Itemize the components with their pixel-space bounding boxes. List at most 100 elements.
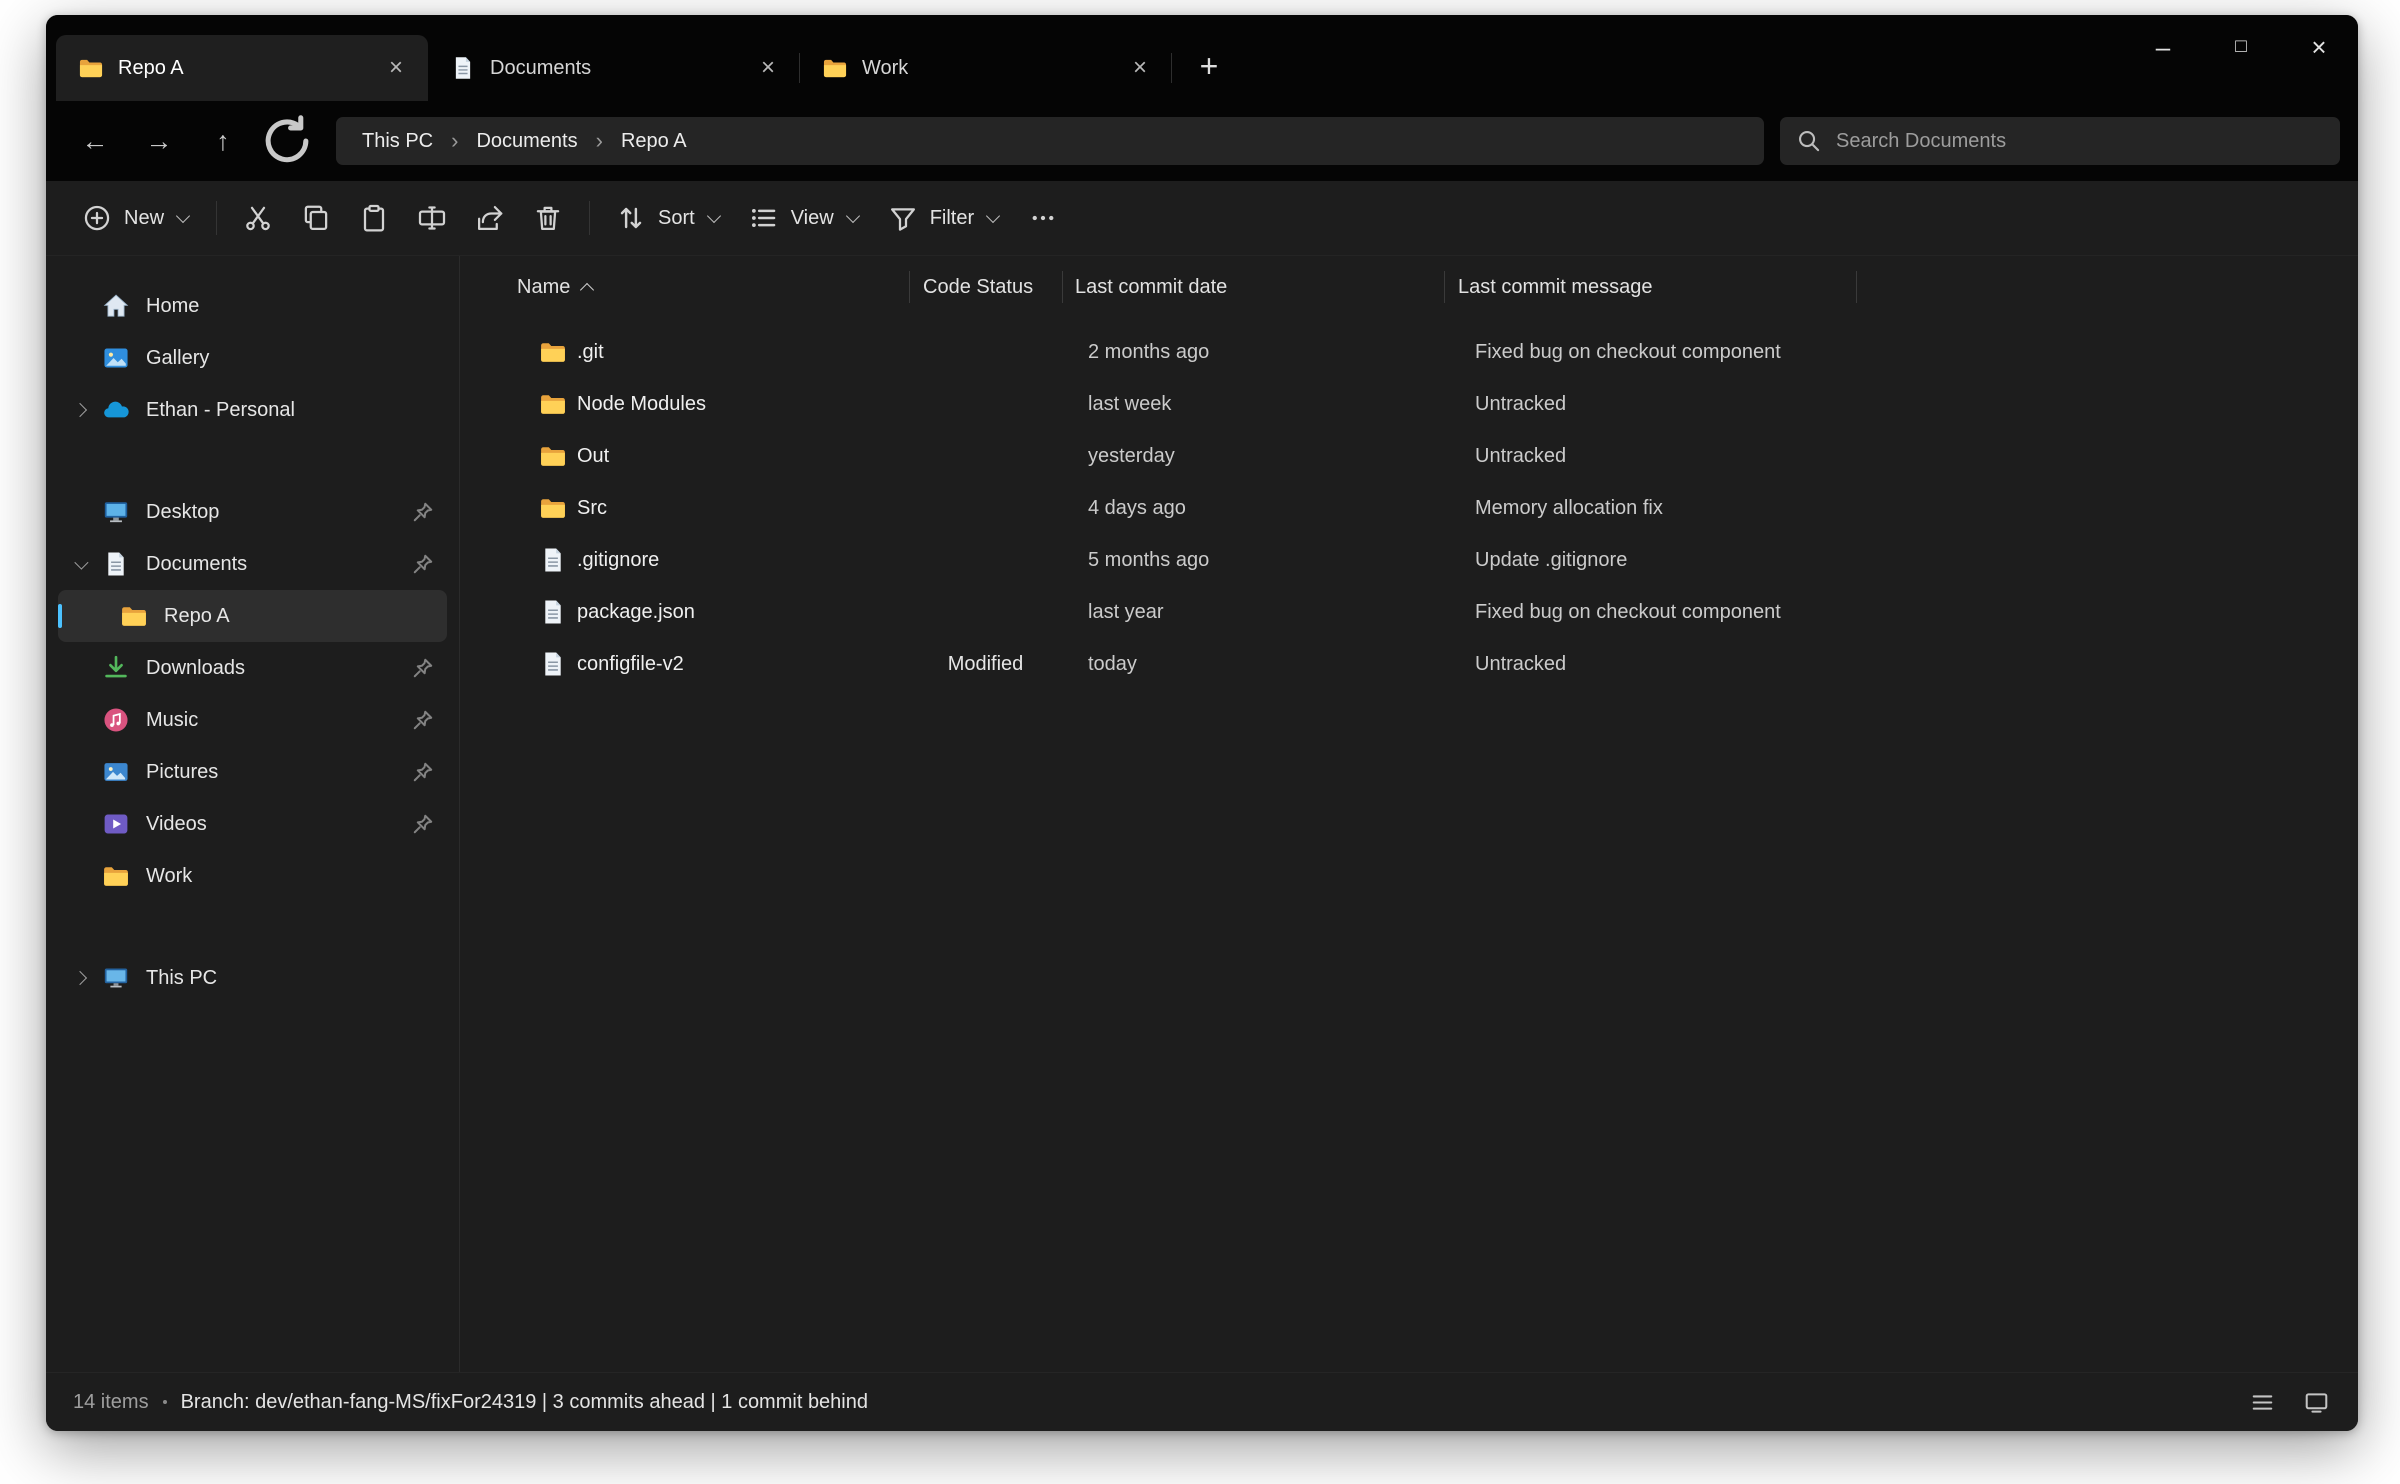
cut-button[interactable] [229, 191, 287, 245]
sidebar-item-gallery[interactable]: Gallery [58, 332, 447, 384]
tab-icon [78, 55, 104, 81]
table-row-configfile-v2[interactable]: configfile-v2 Modified today Untracked [460, 638, 2358, 690]
sidebar-item-pictures[interactable]: Pictures [58, 746, 447, 798]
table-row-git[interactable]: .git 2 months ago Fixed bug on checkout … [460, 326, 2358, 378]
file-type-icon [539, 650, 567, 678]
filter-button[interactable]: Filter [874, 191, 1014, 245]
minimize-button[interactable]: – [2124, 15, 2202, 79]
tab-label: Repo A [118, 57, 184, 80]
sidebar-item-desktop[interactable]: Desktop [58, 486, 447, 538]
column-header-last-commit-message[interactable]: Last commit message [1444, 256, 1857, 318]
plus-circle-icon [82, 203, 112, 233]
new-button[interactable]: New [68, 191, 204, 245]
column-header-name[interactable]: Name [460, 256, 909, 318]
tab-close-icon[interactable]: × [378, 50, 414, 86]
filter-button-label: Filter [930, 207, 974, 230]
sidebar-item-repo-a[interactable]: Repo A [58, 590, 447, 642]
sidebar-item-label: Pictures [146, 761, 218, 784]
toolbar-divider [589, 201, 590, 235]
chevron-down-icon [176, 208, 190, 222]
details-view-icon [2249, 1389, 2276, 1416]
more-options-button[interactable] [1014, 191, 1072, 245]
sidebar-item-home[interactable]: Home [58, 280, 447, 332]
cut-icon [243, 203, 273, 233]
search-bar[interactable] [1780, 117, 2340, 165]
paste-button[interactable] [345, 191, 403, 245]
tab-work[interactable]: Work × [800, 35, 1172, 101]
copy-button[interactable] [287, 191, 345, 245]
sidebar-item-icon [102, 758, 130, 786]
share-button[interactable] [461, 191, 519, 245]
chevron-icon[interactable] [58, 973, 102, 983]
up-button[interactable]: ↑ [194, 113, 252, 169]
tab-close-icon[interactable]: × [750, 50, 786, 86]
sidebar-item-icon [102, 964, 130, 992]
table-row-src[interactable]: Src 4 days ago Memory allocation fix [460, 482, 2358, 534]
chevron-icon[interactable] [58, 559, 102, 569]
breadcrumb-chevron-icon: › [590, 128, 609, 154]
sidebar-item-label: Videos [146, 813, 207, 836]
view-icon [749, 203, 779, 233]
sidebar-item-icon [102, 292, 130, 320]
last-commit-message-cell: Fixed bug on checkout component [1444, 341, 2358, 364]
navigation-pane: Home Gallery Ethan - Personal Desktop Do… [46, 256, 460, 1372]
breadcrumb[interactable]: This PC›Documents›Repo A [336, 117, 1764, 165]
file-type-icon [539, 390, 567, 418]
window-body: Home Gallery Ethan - Personal Desktop Do… [46, 256, 2358, 1372]
preview-pane-button[interactable] [2294, 1382, 2338, 1422]
maximize-button[interactable]: □ [2202, 15, 2280, 79]
breadcrumb-item-repo-a[interactable]: Repo A [609, 126, 699, 157]
sidebar-item-videos[interactable]: Videos [58, 798, 447, 850]
sidebar-item-documents[interactable]: Documents [58, 538, 447, 590]
column-header-code-status[interactable]: Code Status [909, 256, 1062, 318]
last-commit-message-cell: Memory allocation fix [1444, 497, 2358, 520]
copy-icon [301, 203, 331, 233]
file-type-icon [539, 442, 567, 470]
view-button-label: View [791, 207, 834, 230]
column-header-last-commit-date[interactable]: Last commit date [1062, 256, 1444, 318]
tab-documents[interactable]: Documents × [428, 35, 800, 101]
delete-button[interactable] [519, 191, 577, 245]
sidebar-item-label: Work [146, 865, 192, 888]
view-button[interactable]: View [735, 191, 874, 245]
sort-button[interactable]: Sort [602, 191, 735, 245]
table-row-gitignore[interactable]: .gitignore 5 months ago Update .gitignor… [460, 534, 2358, 586]
table-row-node-modules[interactable]: Node Modules last week Untracked [460, 378, 2358, 430]
file-name-cell: package.json [460, 598, 909, 626]
table-row-package-json[interactable]: package.json last year Fixed bug on chec… [460, 586, 2358, 638]
table-row-out[interactable]: Out yesterday Untracked [460, 430, 2358, 482]
sidebar-item-work[interactable]: Work [58, 850, 447, 902]
rename-button[interactable] [403, 191, 461, 245]
tab-repo-a[interactable]: Repo A × [56, 35, 428, 101]
sidebar-item-label: Desktop [146, 501, 219, 524]
refresh-button[interactable] [258, 113, 316, 169]
chevron-down-icon [986, 208, 1000, 222]
new-button-label: New [124, 207, 164, 230]
last-commit-date-cell: yesterday [1062, 445, 1444, 468]
search-input[interactable] [1834, 129, 2324, 154]
close-button[interactable]: × [2280, 15, 2358, 79]
last-commit-message-cell: Untracked [1444, 445, 2358, 468]
items-count: 14 items [73, 1391, 149, 1414]
breadcrumb-item-documents[interactable]: Documents [464, 126, 589, 157]
breadcrumb-chevron-icon: › [445, 128, 464, 154]
last-commit-date-cell: last year [1062, 601, 1444, 624]
new-tab-button[interactable]: + [1182, 39, 1236, 93]
status-separator-dot [163, 1400, 167, 1404]
tab-close-icon[interactable]: × [1122, 50, 1158, 86]
back-button[interactable]: ← [66, 113, 124, 169]
sidebar-item-downloads[interactable]: Downloads [58, 642, 447, 694]
forward-button[interactable]: → [130, 113, 188, 169]
breadcrumb-item-this-pc[interactable]: This PC [350, 126, 445, 157]
last-commit-date-cell: 2 months ago [1062, 341, 1444, 364]
sidebar-item-music[interactable]: Music [58, 694, 447, 746]
sidebar-item-ethan-personal[interactable]: Ethan - Personal [58, 384, 447, 436]
chevron-icon[interactable] [58, 405, 102, 415]
file-type-icon [539, 494, 567, 522]
details-view-button[interactable] [2240, 1382, 2284, 1422]
last-commit-date-cell: last week [1062, 393, 1444, 416]
sidebar-item-this-pc[interactable]: This PC [58, 952, 447, 1004]
window-controls: – □ × [2124, 15, 2358, 79]
status-bar: 14 items Branch: dev/ethan-fang-MS/fixFo… [46, 1372, 2358, 1431]
sidebar-item-label: This PC [146, 967, 217, 990]
